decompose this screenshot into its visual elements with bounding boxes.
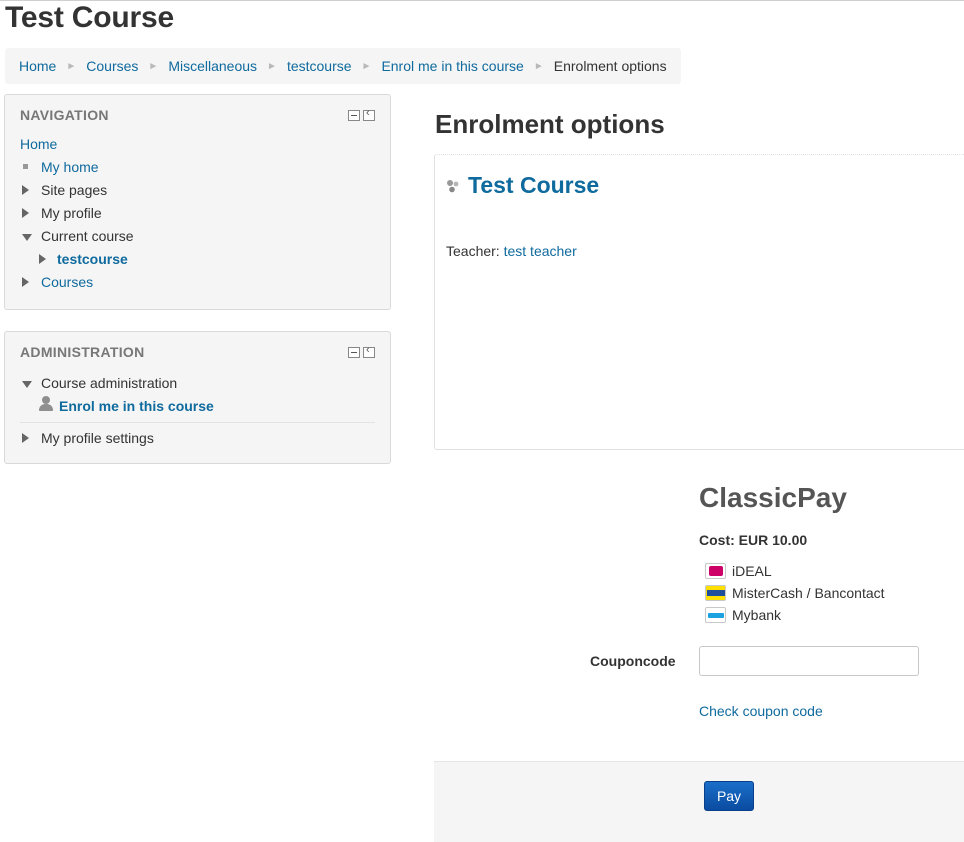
navigation-tree: Home My home Site pages My profile Curre…	[5, 133, 390, 294]
nav-item-home: Home	[20, 133, 375, 156]
nav-my-home-link[interactable]: My home	[41, 159, 99, 175]
divider	[20, 422, 375, 423]
pay-button[interactable]: Pay	[704, 781, 754, 811]
mybank-logo-icon	[705, 607, 726, 623]
nav-item-my-home: My home	[20, 156, 375, 179]
page-title: Test Course	[5, 1, 174, 34]
course-administration-label: Course administration	[41, 375, 178, 391]
bullet-icon	[20, 156, 30, 179]
nav-courses-link[interactable]: Courses	[41, 274, 93, 290]
expand-arrow-icon[interactable]	[37, 248, 47, 271]
payment-title: ClassicPay	[699, 482, 847, 513]
expand-arrow-icon[interactable]	[20, 179, 30, 202]
teacher-line: Teacher: test teacher	[446, 243, 577, 259]
enrol-me-link[interactable]: Enrol me in this course	[59, 398, 214, 414]
administration-block: ADMINISTRATION Course administration Enr…	[4, 331, 391, 464]
nav-testcourse-link[interactable]: testcourse	[57, 251, 128, 267]
payment-footer	[434, 761, 964, 842]
breadcrumb-separator: ►	[66, 60, 77, 72]
mistercash-logo-icon	[705, 585, 726, 601]
payment-method-label: iDEAL	[732, 563, 772, 579]
breadcrumb-separator: ►	[148, 60, 159, 72]
dock-icon[interactable]	[363, 344, 375, 358]
dock-icon[interactable]	[363, 107, 375, 121]
coupon-label: Couponcode	[590, 653, 676, 669]
nav-item-my-profile[interactable]: My profile	[20, 202, 375, 225]
navigation-header: NAVIGATION	[5, 95, 390, 133]
payment-method-label: Mybank	[732, 607, 782, 623]
nav-home-link[interactable]: Home	[20, 136, 57, 152]
admin-item-enrol: Enrol me in this course	[20, 395, 375, 418]
payment-method-label: MisterCash / Bancontact	[732, 585, 885, 601]
breadcrumb-home[interactable]: Home	[19, 58, 56, 74]
nav-my-profile-label: My profile	[41, 205, 102, 221]
collapse-icon[interactable]	[348, 347, 360, 358]
ideal-logo-icon	[705, 563, 726, 579]
collapse-icon[interactable]	[348, 110, 360, 121]
nav-item-courses: Courses	[20, 271, 375, 294]
payment-method-ideal: iDEAL	[705, 562, 772, 580]
breadcrumb-enrol[interactable]: Enrol me in this course	[381, 58, 523, 74]
expand-arrow-icon[interactable]	[20, 202, 30, 225]
breadcrumb: Home ► Courses ► Miscellaneous ► testcou…	[5, 48, 681, 84]
breadcrumb-current: Enrolment options	[553, 58, 667, 74]
admin-item-course-administration[interactable]: Course administration	[20, 372, 375, 395]
collapse-arrow-icon[interactable]	[22, 225, 32, 248]
administration-title: ADMINISTRATION	[20, 344, 145, 360]
course-summary-box: Test Course Teacher: test teacher	[434, 154, 964, 450]
nav-item-site-pages[interactable]: Site pages	[20, 179, 375, 202]
breadcrumb-separator: ►	[267, 60, 277, 72]
administration-tree: Course administration Enrol me in this c…	[5, 372, 390, 450]
navigation-controls	[348, 107, 375, 121]
administration-controls	[348, 344, 375, 358]
nav-site-pages-label: Site pages	[41, 182, 108, 198]
navigation-title: NAVIGATION	[20, 107, 109, 123]
check-coupon-link[interactable]: Check coupon code	[699, 703, 823, 719]
payment-method-mistercash: MisterCash / Bancontact	[705, 584, 885, 602]
expand-arrow-icon[interactable]	[20, 427, 30, 450]
nav-item-current-course[interactable]: Current course	[20, 225, 375, 248]
teacher-link[interactable]: test teacher	[504, 243, 577, 259]
cost-label: Cost: EUR 10.00	[699, 532, 808, 548]
breadcrumb-miscellaneous[interactable]: Miscellaneous	[168, 58, 257, 74]
breadcrumb-courses[interactable]: Courses	[86, 58, 138, 74]
nav-current-course-label: Current course	[41, 228, 134, 244]
enrolment-options-heading: Enrolment options	[435, 109, 665, 139]
navigation-block: NAVIGATION Home My home Site pages My pr…	[4, 94, 391, 310]
admin-item-profile-settings[interactable]: My profile settings	[20, 427, 375, 450]
profile-settings-label: My profile settings	[41, 430, 154, 446]
administration-header: ADMINISTRATION	[5, 332, 390, 372]
coupon-input[interactable]	[699, 646, 919, 676]
breadcrumb-separator: ►	[361, 60, 372, 72]
user-icon	[38, 395, 54, 413]
collapse-arrow-icon[interactable]	[22, 372, 32, 395]
breadcrumb-testcourse[interactable]: testcourse	[287, 58, 352, 74]
course-name-link[interactable]: Test Course	[468, 172, 599, 199]
payment-method-mybank: Mybank	[705, 606, 781, 624]
teacher-label: Teacher:	[446, 243, 500, 259]
nav-item-testcourse: testcourse	[20, 248, 375, 271]
expand-arrow-icon[interactable]	[20, 271, 30, 294]
breadcrumb-separator: ►	[533, 60, 544, 72]
course-icon	[447, 180, 459, 193]
